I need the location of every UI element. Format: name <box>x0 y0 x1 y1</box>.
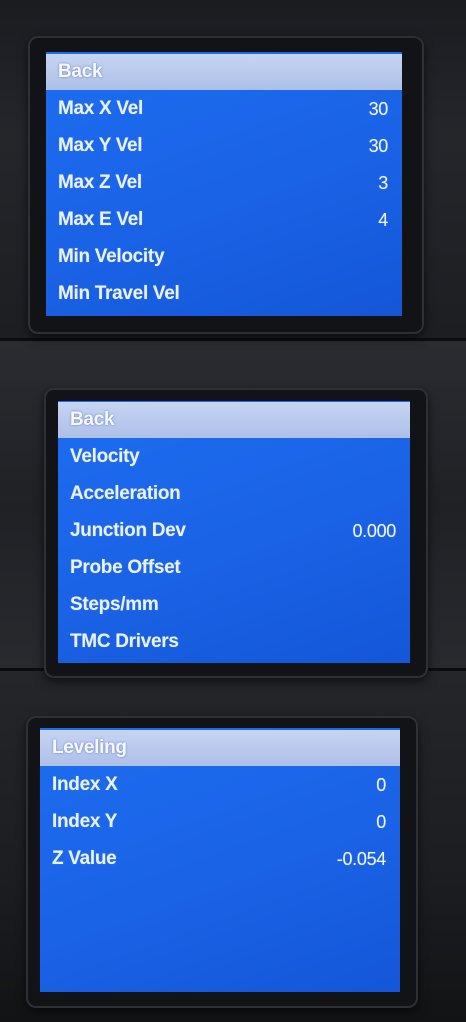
menu-item-label: Junction Dev <box>70 520 186 541</box>
menu-item-label: Min Velocity <box>58 246 165 267</box>
menu-item-label: Acceleration <box>70 483 181 504</box>
menu-item-label: Max Y Vel <box>58 135 143 156</box>
menu-item-label: Back <box>58 61 103 82</box>
menu-item-index-y[interactable]: Index Y 0 <box>40 804 400 840</box>
menu-item-label: Max Z Vel <box>58 172 142 193</box>
menu-item-label: Velocity <box>70 446 140 467</box>
menu-item-label: Min Travel Vel <box>58 283 180 304</box>
menu-item-junction-dev[interactable]: Junction Dev 0.000 <box>58 513 410 549</box>
menu-item-max-x-vel[interactable]: Max X Vel 30 <box>46 91 402 127</box>
menu-item-max-z-vel[interactable]: Max Z Vel 3 <box>46 165 402 201</box>
menu-item-label: Z Value <box>52 848 117 869</box>
lcd-screen-motion: Back Velocity Acceleration Junction Dev … <box>58 401 410 663</box>
menu-item-value: 0 <box>376 774 386 795</box>
menu-item-back[interactable]: Back <box>46 54 402 90</box>
menu-item-value: 0.000 <box>352 520 396 541</box>
menu-item-min-velocity[interactable]: Min Velocity <box>46 239 402 275</box>
menu-item-value: -0.054 <box>336 848 387 869</box>
menu-item-label: Steps/mm <box>70 594 159 615</box>
menu-item-label: Index X <box>52 774 118 795</box>
menu-item-velocity[interactable]: Velocity <box>58 439 410 475</box>
menu-item-label: Max E Vel <box>58 209 143 230</box>
menu-item-value: 30 <box>368 135 389 156</box>
menu-item-value: 3 <box>378 172 388 193</box>
menu-item-back[interactable]: Back <box>58 402 410 438</box>
menu-item-index-x[interactable]: Index X 0 <box>40 767 400 803</box>
menu-item-tmc-drivers[interactable]: TMC Drivers <box>58 624 410 660</box>
menu-item-max-e-vel[interactable]: Max E Vel 4 <box>46 202 402 238</box>
menu-item-label: Probe Offset <box>70 557 181 578</box>
menu-item-acceleration[interactable]: Acceleration <box>58 476 410 512</box>
menu-item-label: Max X Vel <box>58 98 143 119</box>
menu-item-z-value[interactable]: Z Value -0.054 <box>40 841 400 877</box>
menu-item-label: Index Y <box>52 811 118 832</box>
menu-item-label: Back <box>70 409 115 430</box>
menu-item-steps-mm[interactable]: Steps/mm <box>58 587 410 623</box>
menu-item-leveling[interactable]: Leveling <box>40 730 400 766</box>
menu-item-value: 0 <box>376 811 386 832</box>
menu-item-value: 4 <box>378 209 388 230</box>
lcd-screen-velocity: Back Max X Vel 30 Max Y Vel 30 Max Z Vel… <box>46 52 402 316</box>
lcd-screen-leveling: Leveling Index X 0 Index Y 0 Z Value -0.… <box>40 728 400 992</box>
menu-item-max-y-vel[interactable]: Max Y Vel 30 <box>46 128 402 164</box>
menu-item-min-travel-vel[interactable]: Min Travel Vel <box>46 276 402 312</box>
menu-item-probe-offset[interactable]: Probe Offset <box>58 550 410 586</box>
menu-item-label: Leveling <box>52 737 127 758</box>
photo-divider <box>0 338 466 341</box>
menu-item-label: TMC Drivers <box>70 631 179 652</box>
menu-item-value: 30 <box>368 98 389 119</box>
